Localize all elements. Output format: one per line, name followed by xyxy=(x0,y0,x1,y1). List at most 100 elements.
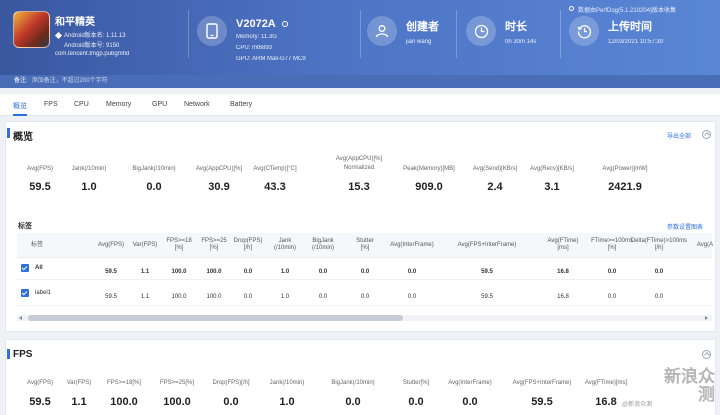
divider xyxy=(456,10,457,58)
table-row[interactable]: All 59.5 1.1 100.0 100.0 0.0 1.0 0.0 0.0 0.0 59.5 1… xyxy=(17,258,712,280)
tab-cpu[interactable]: CPU xyxy=(74,101,89,108)
duration-title: 时长 xyxy=(505,21,527,33)
game-icon xyxy=(13,11,50,48)
stat-label: Avg(Recv)[KB/s] xyxy=(530,166,574,172)
collapse-icon[interactable] xyxy=(702,130,711,139)
table-cell: 100.0 xyxy=(171,269,187,275)
table-cell: 0.0 xyxy=(407,269,417,275)
phone-icon xyxy=(197,16,227,46)
upload-value: 12/03/2021 10:57:30 xyxy=(608,39,664,45)
stat-label: Avg(InterFrame) xyxy=(448,380,492,386)
column-header[interactable]: Avg(FPS+InterFrame) xyxy=(457,242,517,249)
column-header[interactable]: 标签 xyxy=(7,242,67,249)
stat-label: Avg(FTime)[ms] xyxy=(584,380,628,386)
column-header-text: Avg(FPS+InterFrame) xyxy=(457,242,517,248)
collapse-icon[interactable] xyxy=(702,350,711,359)
game-name: 和平精英 xyxy=(55,17,95,28)
package-name: com.tencent.tmgp.pubgmhd xyxy=(55,51,130,57)
upload-card: 上传时间 12/03/2021 10:57:30 xyxy=(569,12,714,66)
clock-icon xyxy=(466,16,496,46)
table-cell: 0.0 xyxy=(243,294,253,300)
table-cell: 0.0 xyxy=(607,294,617,300)
watermark-sub: @新浪众测 xyxy=(622,402,653,408)
row-checkbox[interactable] xyxy=(21,264,29,272)
stat-value: 0.0 xyxy=(462,396,478,408)
table-cell: 16.8 xyxy=(557,294,569,300)
device-cpu: CPU: mt6893 xyxy=(236,45,273,51)
stat-value: 43.3 xyxy=(264,181,286,193)
column-header[interactable]: Avg(InterFrame) xyxy=(382,242,442,249)
table-cell: 0.0 xyxy=(607,269,617,275)
user-icon xyxy=(367,16,397,46)
row-label: label1 xyxy=(35,290,52,296)
duration-card: 时长 0h 30m 14s xyxy=(466,12,556,66)
stat-value: 15.3 xyxy=(348,181,370,193)
param-settings-button[interactable]: 参数设置图表 xyxy=(667,222,703,231)
table-cell: 0.0 xyxy=(407,294,417,300)
android-version: Android版本名: 1.11.13 xyxy=(64,33,126,39)
active-tab-indicator xyxy=(13,114,27,116)
section-marker xyxy=(7,349,10,359)
creator-card: 创建者 jian wang xyxy=(367,12,477,66)
tab-gpu[interactable]: GPU xyxy=(152,101,167,108)
tab-fps[interactable]: FPS xyxy=(44,101,58,108)
device-model: V2072A xyxy=(236,18,276,30)
watermark-logo: 新浪众测 xyxy=(664,367,715,404)
table-cell: 0.0 xyxy=(243,269,253,275)
scroll-left-icon[interactable] xyxy=(19,316,22,320)
stat-label: Avg(AppCPU)[%] xyxy=(335,156,383,162)
stat-label: Avg(Power)[mW] xyxy=(602,166,648,172)
table-cell: 0.0 xyxy=(654,294,664,300)
table-cell: 16.8 xyxy=(557,269,569,275)
fps-title: FPS xyxy=(13,349,33,360)
remark-bar[interactable]: 备注: 添加备注，不超过200个字符 xyxy=(0,75,720,88)
device-gpu: GPU: ARM Mali-G77 MC9 xyxy=(236,56,306,62)
table-cell: 0.0 xyxy=(318,294,328,300)
table-cell: 0.0 xyxy=(360,294,370,300)
creator-title: 创建者 xyxy=(406,21,439,33)
history-icon xyxy=(569,16,599,46)
column-header-text: Avg(InterFrame) xyxy=(390,242,434,248)
device-card: V2072A Memory: 11.3G CPU: mt6893 GPU: AR… xyxy=(197,12,357,66)
tab-network[interactable]: Network xyxy=(184,101,210,108)
tab-battery[interactable]: Battery xyxy=(230,101,252,108)
table-cell: 100.0 xyxy=(171,294,187,300)
tags-table-header: 标签 Avg(FPS) Var(FPS) FPS>=18 [%] FPS>=25 [%] Dr… xyxy=(17,233,713,258)
row-checkbox[interactable] xyxy=(21,289,29,297)
device-info-icon[interactable] xyxy=(282,21,288,27)
table-cell: 0.0 xyxy=(654,269,664,275)
scroll-right-icon[interactable] xyxy=(705,316,708,320)
export-all-button[interactable]: 导出全部 xyxy=(667,131,691,140)
scrollbar-thumb[interactable] xyxy=(28,315,403,321)
stat-label: Avg(CTemp)[°C] xyxy=(253,166,297,172)
remark-input[interactable]: 添加备注，不超过200个字符 xyxy=(32,78,108,84)
stat-value: 3.1 xyxy=(544,181,560,193)
column-header-text: Avg(A xyxy=(696,242,714,248)
android-code: Android版本号: 9150 xyxy=(64,43,120,49)
stat-value: 2421.9 xyxy=(608,181,642,193)
table-row[interactable]: label1 59.5 1.1 100.0 100.0 0.0 1.0 0.0 0.0 0.0 59… xyxy=(17,284,712,306)
section-marker xyxy=(7,128,10,138)
table-cell: 59.5 xyxy=(481,269,493,275)
tab-memory[interactable]: Memory xyxy=(106,101,131,108)
header-banner: 和平精英 Android版本名: 1.11.13 Android版本号: 915… xyxy=(0,0,720,75)
stat-label-sub: Normalized xyxy=(343,165,375,171)
tab-overview[interactable]: 概览 xyxy=(13,101,27,111)
table-cell: 0.0 xyxy=(318,269,328,275)
device-memory: Memory: 11.3G xyxy=(236,34,277,40)
table-cell: 1.0 xyxy=(280,269,290,275)
divider xyxy=(560,10,561,58)
table-cell: 1.0 xyxy=(280,294,290,300)
divider xyxy=(360,10,361,58)
overview-title: 概览 xyxy=(13,132,33,143)
column-header[interactable]: Avg(A xyxy=(675,242,720,249)
tab-bar: 概览 FPS CPU Memory GPU Network Battery xyxy=(0,94,720,116)
creator-value: jian wang xyxy=(406,39,432,45)
table-cell: 59.5 xyxy=(481,294,493,300)
remark-label: 备注: xyxy=(14,78,28,84)
android-icon xyxy=(54,31,63,40)
upload-title: 上传时间 xyxy=(608,21,652,33)
duration-value: 0h 30m 14s xyxy=(505,39,537,45)
tags-title: 标签 xyxy=(18,223,32,230)
info-icon xyxy=(569,6,574,11)
